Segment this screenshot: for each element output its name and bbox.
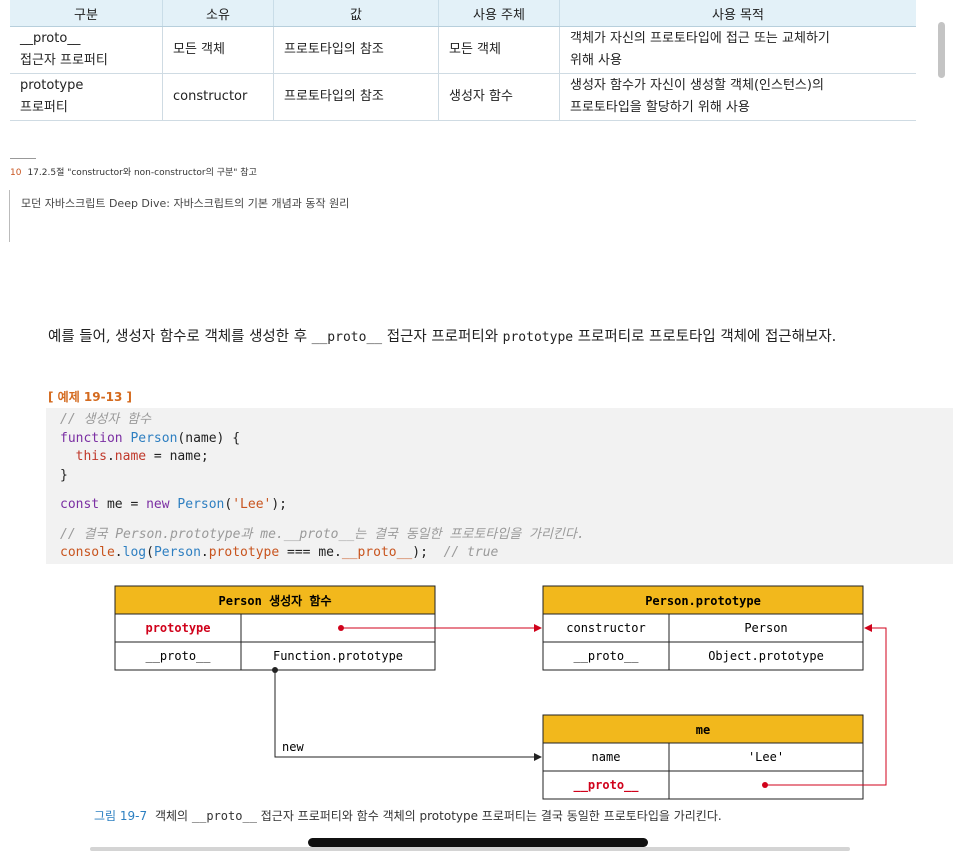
home-indicator[interactable] [308, 838, 648, 847]
body-text-segment: 프로퍼티로 프로토타입 객체에 접근해보자. [573, 329, 837, 345]
horizontal-scrollbar[interactable] [90, 847, 850, 851]
code-text: ( [146, 545, 154, 560]
figure-caption: 그림 19-7 객체의 __proto__ 접근자 프로퍼티와 함수 객체의 p… [94, 807, 722, 824]
table-cell: 모든 객체 [162, 26, 274, 74]
code-keyword: function [60, 430, 123, 446]
column-header: 사용 목적 [559, 0, 916, 27]
column-header: 소유 [162, 0, 274, 27]
code-text: ); [271, 497, 288, 512]
code-string: 'Lee' [232, 497, 272, 512]
code-text: me = [99, 497, 147, 512]
code-function: Person [177, 497, 225, 512]
running-title: 모던 자바스크립트 Deep Dive: 자바스크립트의 기본 개념과 동작 원… [21, 197, 350, 210]
code-keyword: const [60, 497, 100, 512]
proto-key-label: __proto__ [145, 649, 211, 663]
body-text-segment: 예를 들어, 생성자 함수로 객체를 생성한 후 [48, 329, 312, 345]
comparison-table: 구분 소유 값 사용 주체 사용 목적 __proto__ 접근자 프로퍼티 모… [10, 0, 916, 121]
code-keyword: new [146, 497, 170, 512]
table-cell: 프로토타입의 참조 [273, 26, 439, 74]
code-comment: // true [427, 545, 499, 560]
code-block: // 생성자 함수 function Person(name) { this.na… [46, 408, 953, 564]
table-cell: prototype 프로퍼티 [10, 73, 163, 121]
table-cell: 생성자 함수 [438, 73, 560, 121]
column-header: 구분 [10, 0, 163, 27]
constructor-key-label: constructor [566, 621, 645, 635]
code-text: . [114, 545, 123, 560]
prototype-diagram: Person 생성자 함수 prototype __proto__ Functi… [114, 585, 887, 800]
column-header: 값 [273, 0, 439, 27]
proto-key-label: __proto__ [573, 649, 639, 663]
code-function: Person [130, 430, 178, 446]
person-value-label: Person [744, 621, 787, 635]
table-cell: 생성자 함수가 자신이 생성할 객체(인스턴스)의 프로토타입을 할당하기 위해… [559, 73, 916, 121]
inline-code: __proto__ [311, 330, 383, 345]
table-cell: 모든 객체 [438, 26, 560, 74]
code-keyword: this [75, 449, 107, 464]
prototype-key-label: prototype [145, 621, 210, 635]
code-gap [60, 515, 939, 526]
body-text-segment: 접근자 프로퍼티와 [382, 329, 503, 345]
code-line: function Person(name) { [60, 430, 939, 449]
code-text: . [200, 545, 209, 560]
code-line: this.name = name; [60, 448, 939, 467]
footnote: 10 17.2.5절 "constructor와 non-constructor의… [10, 165, 257, 178]
code-property: __proto__ [341, 545, 413, 560]
lee-value-label: 'Lee' [748, 750, 784, 764]
code-identifier: console [60, 545, 115, 560]
body-paragraph: 예를 들어, 생성자 함수로 객체를 생성한 후 __proto__ 접근자 프… [48, 324, 953, 351]
object-prototype-label: Object.prototype [708, 649, 824, 663]
name-key-label: name [592, 750, 621, 764]
function-prototype-label: Function.prototype [273, 649, 403, 663]
code-line: console.log(Person.prototype === me.__pr… [60, 544, 939, 563]
example-title: [ 예제 19-13 ] [48, 390, 132, 404]
table-header-row: 구분 소유 값 사용 주체 사용 목적 [10, 0, 916, 27]
new-edge-label: new [282, 740, 304, 754]
code-comment: // 결국 Person.prototype과 me.__proto__는 결국… [60, 526, 585, 542]
code-text: (name) { [177, 430, 241, 446]
code-line: const me = new Person('Lee'); [60, 496, 939, 515]
code-function: Person [153, 545, 201, 560]
code-function: log [122, 545, 147, 560]
code-property: name [114, 449, 147, 464]
person-prototype-title: Person.prototype [645, 594, 761, 608]
code-line: } [60, 467, 68, 483]
code-text: ); [412, 545, 428, 560]
me-object-box: me name 'Lee' __proto__ [542, 714, 864, 800]
caption-text: 객체의 [151, 809, 192, 823]
caption-text: 접근자 프로퍼티와 함수 객체의 prototype 프로퍼티는 결국 동일한 … [256, 809, 722, 823]
code-text: . [106, 449, 115, 464]
code-gap [60, 485, 939, 496]
table-row: __proto__ 접근자 프로퍼티 모든 객체 프로토타입의 참조 모든 객체… [10, 26, 916, 74]
new-instance-arrow: new [272, 667, 542, 761]
table-row: prototype 프로퍼티 constructor 프로토타입의 참조 생성자… [10, 73, 916, 121]
vertical-scrollbar[interactable] [938, 22, 945, 78]
footnote-divider [10, 158, 36, 159]
table-cell: __proto__ 접근자 프로퍼티 [10, 26, 163, 74]
table-cell: 객체가 자신의 프로토타입에 접근 또는 교체하기 위해 사용 [559, 26, 916, 74]
figure-number: 그림 19-7 [94, 809, 148, 823]
code-comment: // 생성자 함수 [60, 412, 152, 427]
table-cell: 프로토타입의 참조 [273, 73, 439, 121]
person-constructor-title: Person 생성자 함수 [219, 593, 332, 608]
code-text: === me. [279, 545, 342, 560]
footnote-number: 10 [10, 168, 22, 178]
proto-key-label: __proto__ [573, 778, 639, 793]
me-title: me [696, 723, 710, 737]
running-title-rule [9, 190, 10, 242]
footnote-text: 17.2.5절 "constructor와 non-constructor의 구… [27, 168, 257, 178]
caption-code: __proto__ [191, 809, 257, 823]
person-prototype-box: Person.prototype constructor Person __pr… [542, 585, 864, 671]
column-header: 사용 주체 [438, 0, 560, 27]
inline-code: prototype [502, 330, 574, 345]
code-text: = name; [146, 449, 209, 464]
table-cell: constructor [162, 73, 274, 121]
code-property: prototype [208, 545, 280, 560]
